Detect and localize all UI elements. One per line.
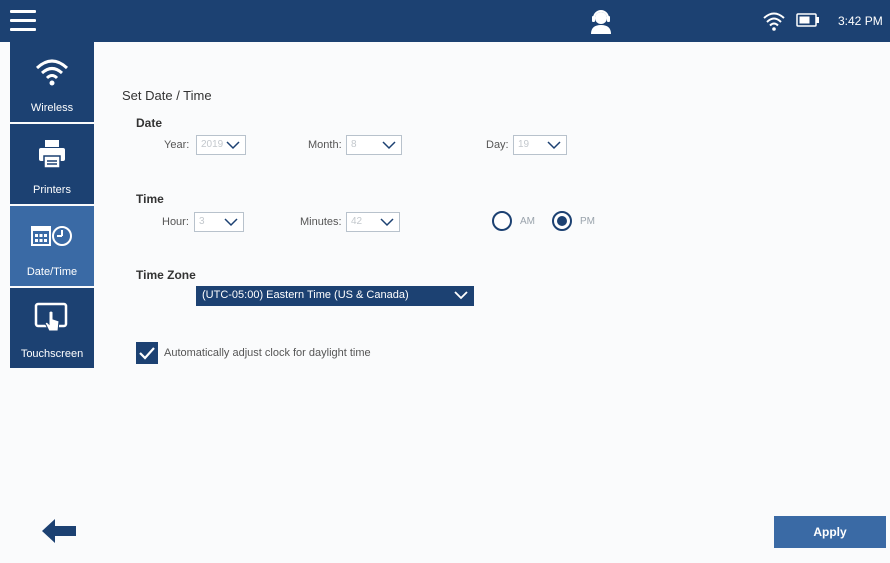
sidebar: Wireless Printers Date/Time Touchscreen bbox=[10, 42, 94, 372]
checkmark-icon bbox=[139, 347, 155, 360]
sidebar-item-label: Wireless bbox=[30, 102, 74, 114]
am-label: AM bbox=[520, 216, 535, 227]
pm-label: PM bbox=[580, 216, 595, 227]
date-section-label: Date bbox=[136, 116, 163, 130]
year-value: 2019 bbox=[201, 139, 224, 150]
dst-checkbox[interactable] bbox=[136, 342, 158, 364]
sidebar-item-date-time[interactable]: Date/Time bbox=[10, 206, 94, 288]
wifi-icon bbox=[35, 59, 69, 86]
hour-value: 3 bbox=[199, 216, 205, 227]
day-value: 19 bbox=[518, 139, 530, 150]
apply-button[interactable]: Apply bbox=[774, 516, 886, 548]
menu-icon[interactable] bbox=[10, 10, 36, 32]
pm-radio[interactable] bbox=[552, 211, 572, 231]
chevron-down-icon bbox=[454, 291, 468, 300]
month-value: 8 bbox=[351, 139, 357, 150]
dst-label: Automatically adjust clock for daylight … bbox=[164, 347, 371, 359]
sidebar-item-label: Date/Time bbox=[26, 266, 78, 278]
month-dropdown[interactable]: 8 bbox=[346, 135, 402, 155]
time-section-label: Time bbox=[136, 192, 164, 206]
chevron-down-icon bbox=[382, 141, 396, 150]
sidebar-item-printers[interactable]: Printers bbox=[10, 124, 94, 206]
chevron-down-icon bbox=[224, 218, 238, 227]
minutes-label: Minutes: bbox=[300, 216, 342, 228]
year-dropdown[interactable]: 2019 bbox=[196, 135, 246, 155]
chevron-down-icon bbox=[226, 141, 240, 150]
month-label: Month: bbox=[308, 139, 342, 151]
minutes-value: 42 bbox=[351, 216, 363, 227]
calendar-clock-icon bbox=[31, 226, 72, 246]
printer-icon bbox=[39, 140, 65, 169]
top-bar: 3:42 PM bbox=[0, 0, 890, 42]
back-arrow-icon[interactable] bbox=[42, 518, 76, 544]
battery-icon bbox=[796, 13, 819, 27]
clock: 3:42 PM bbox=[838, 14, 883, 28]
sidebar-item-label: Printers bbox=[33, 184, 71, 196]
touchscreen-icon bbox=[34, 302, 68, 332]
timezone-value: (UTC-05:00) Eastern Time (US & Canada) bbox=[202, 289, 409, 301]
day-label: Day: bbox=[486, 139, 509, 151]
chevron-down-icon bbox=[547, 141, 561, 150]
day-dropdown[interactable]: 19 bbox=[513, 135, 567, 155]
minutes-dropdown[interactable]: 42 bbox=[346, 212, 400, 232]
sidebar-item-wireless[interactable]: Wireless bbox=[10, 42, 94, 124]
timezone-section-label: Time Zone bbox=[136, 268, 196, 282]
page-title: Set Date / Time bbox=[122, 88, 212, 103]
wifi-icon[interactable] bbox=[762, 11, 786, 31]
hour-dropdown[interactable]: 3 bbox=[194, 212, 244, 232]
sidebar-item-label: Touchscreen bbox=[20, 348, 84, 360]
year-label: Year: bbox=[164, 139, 190, 151]
date-time-settings-panel: Set Date / Time Date Year: 2019 Month: 8… bbox=[122, 84, 882, 504]
hour-label: Hour: bbox=[162, 216, 189, 228]
chevron-down-icon bbox=[380, 218, 394, 227]
user-headset-icon[interactable] bbox=[588, 8, 614, 34]
am-radio[interactable] bbox=[492, 211, 512, 231]
timezone-dropdown[interactable]: (UTC-05:00) Eastern Time (US & Canada) bbox=[196, 286, 474, 306]
sidebar-item-touchscreen[interactable]: Touchscreen bbox=[10, 288, 94, 370]
